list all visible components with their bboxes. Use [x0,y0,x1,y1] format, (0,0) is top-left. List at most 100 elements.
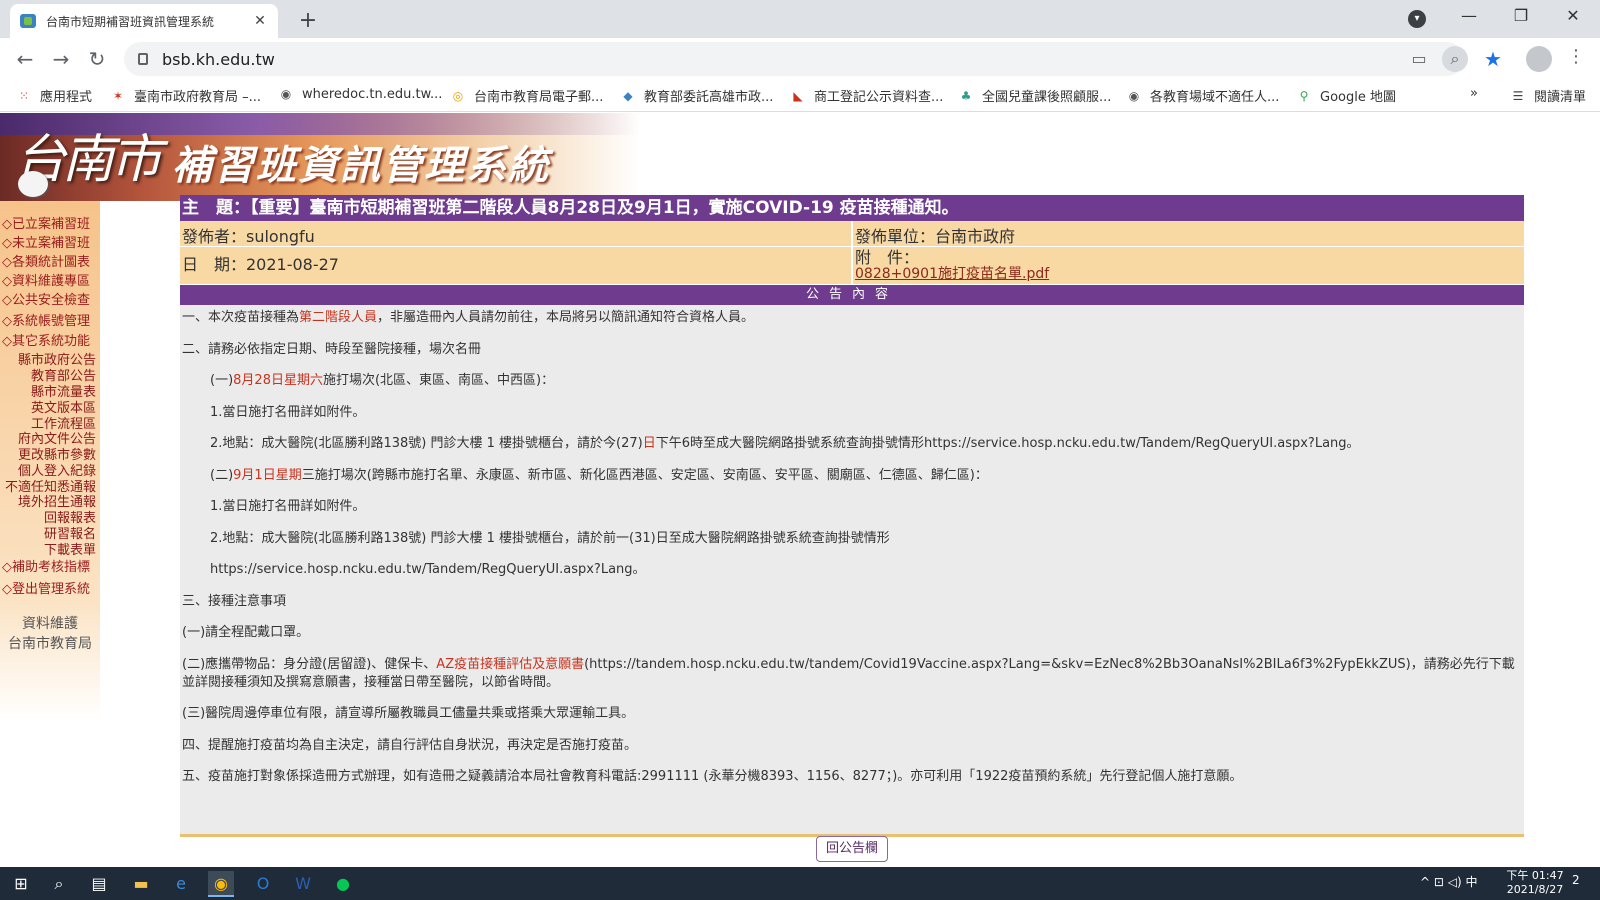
taskbar: ⊞ ⌕ ▤ ▬ e ◉ O W ● ^ ⊡ ◁) 中 下午 01:47 2021… [0,867,1600,900]
publish-date: 日 期：2021-08-27 [180,247,851,285]
url-text: bsb.kh.edu.tw [162,49,275,69]
paragraph: (二)應攜帶物品：身分證(居留證)、健保卡、AZ疫苗接種評估及意願書(https… [182,656,1515,690]
bookmark-favicon-icon: ♣ [960,88,972,103]
outlook-icon[interactable]: O [250,871,276,897]
bookmark-star-icon[interactable]: ★ [1480,46,1506,72]
sidebar-item-registered[interactable]: ◇已立案補習班 [2,213,100,232]
bookmark-item[interactable]: ◉ 各教育場域不適任人... [1126,86,1280,106]
bookmark-favicon-icon: ✶ [112,88,124,103]
paragraph: 一、本次疫苗接種為第二階段人員，非屬造冊內人員請勿前往，本局將另以簡訊通知符合資… [182,310,755,325]
forward-arrow-icon[interactable]: → [48,46,74,72]
bookmark-item[interactable]: ◎ 台南市教育局電子郵... [450,86,604,106]
paragraph: 二、請務必依指定日期、時段至醫院接種，場次名冊 [182,341,482,357]
paragraph: 四、提醒施打疫苗均為自主決定，請自行評估自身狀況，再決定是否施打疫苗。 [182,737,638,753]
section-header: 公告內容 [180,285,1524,305]
windows-start-icon[interactable]: ⊞ [8,871,34,897]
new-tab-button[interactable]: + [296,8,320,33]
taskbar-clock[interactable]: 下午 01:47 2021/8/27 [1498,869,1572,897]
paragraph: (一)請全程配戴口罩。 [182,625,310,640]
bookmark-item[interactable]: ✶ 臺南市政府教育局 –... [110,86,261,106]
bookmark-apps[interactable]: ⁙ 應用程式 [16,86,92,106]
bookmark-item[interactable]: ⚲ Google 地圖 [1296,86,1396,106]
publishing-unit: 發佈單位：台南市政府 [851,221,1524,247]
ie-browser-icon[interactable]: e [168,871,194,897]
banner-system-title: 補習班資訊管理系統 [172,142,550,189]
zoom-icon[interactable]: ⌕ [1442,46,1468,72]
apps-grid-icon: ⁙ [18,88,30,103]
tab-close-icon[interactable]: ✕ [252,13,268,29]
web-page: 台南市 補習班資訊管理系統 ◇已立案補習班 ◇未立案補習班 ◇各類統計圖表 ◇資… [0,113,1600,867]
mouse-icon [18,171,48,197]
bookmarks-bar: ⁙ 應用程式 ✶ 臺南市政府教育局 –... ◉ wheredoc.tn.edu.tw… [0,80,1600,112]
paragraph: 1.當日施打名冊詳如附件。 [210,404,366,420]
sidebar-item-statistics[interactable]: ◇各類統計圖表 [2,251,100,270]
sidebar-item-accounts[interactable]: ◇系統帳號管理 [2,310,100,329]
attachment-link[interactable]: 0828+0901施打疫苗名單.pdf [855,266,1522,283]
bookmark-item[interactable]: ◆ 教育部委託高雄市政... [620,86,773,106]
meta-row: 日 期：2021-08-27 附 件： 0828+0901施打疫苗名單.pdf [180,247,1524,285]
bookmarks-overflow-button[interactable]: » [1470,86,1478,101]
back-to-board-button[interactable]: 回公告欄 [816,836,888,862]
reading-list-button[interactable]: ☰ 閱讀清單 [1510,86,1586,106]
bookmark-item[interactable]: ♣ 全國兒童課後照顧服... [958,86,1112,106]
notification-icon[interactable]: 2 [1572,873,1580,887]
line-app-icon[interactable]: ● [330,871,356,897]
bookmark-favicon-icon: ◆ [623,88,633,103]
publisher: 發佈者：sulongfu [180,221,851,247]
map-pin-icon: ⚲ [1299,88,1309,103]
announcement-subject: 主 題：【重要】臺南市短期補習班第二階段人員8月28日及9月1日，實施COVID… [180,195,1524,221]
word-icon[interactable]: W [290,871,316,897]
paragraph: (三)醫院周邊停車位有限，請宣導所屬教職員工儘量共乘或搭乘大眾運輸工具。 [182,706,635,721]
sidebar-item-data-maintenance[interactable]: ◇資料維護專區 [2,270,100,289]
site-favicon-icon [20,14,36,28]
minimize-button[interactable]: — [1454,6,1484,25]
reload-icon[interactable]: ↻ [84,46,110,72]
sidebar-item-unregistered[interactable]: ◇未立案補習班 [2,232,100,251]
bookmark-favicon-icon: ◎ [452,88,464,103]
lock-icon[interactable] [138,53,148,65]
bookmark-item[interactable]: ◉ wheredoc.tn.edu.tw... [278,86,443,102]
announcement-body: 一、本次疫苗接種為第二階段人員，非屬造冊內人員請勿前往，本局將另以簡訊通知符合資… [180,305,1524,837]
sidebar-footer-title: 資料維護 [22,616,78,632]
paragraph: 2.地點：成大醫院(北區勝利路138號) 門診大樓 1 樓掛號櫃台，請於今(27… [210,436,1360,451]
attachment-label: 附 件： [855,248,920,267]
attachment-cell: 附 件： 0828+0901施打疫苗名單.pdf [851,247,1524,285]
task-view-icon[interactable]: ▤ [86,871,112,897]
clock-date: 2021/8/27 [1506,883,1564,896]
paragraph: https://service.hosp.ncku.edu.tw/Tandem/… [210,562,646,577]
paragraph: (一)8月28日星期六施打場次(北區、東區、南區、中西區)： [210,373,555,388]
paragraph: (二)9月1日星期三施打場次(跨縣市施打名單、永康區、新市區、新化區西港區、安定… [210,467,988,483]
meta-row: 發佈者：sulongfu 發佈單位：台南市政府 [180,221,1524,247]
back-arrow-icon[interactable]: ← [12,46,38,72]
profile-avatar-icon[interactable] [1526,46,1552,72]
tab-search-icon[interactable]: ▾ [1408,10,1426,28]
browser-toolbar: ← → ↻ bsb.kh.edu.tw ▭ ⌕ ★ ⋮ [0,38,1600,80]
announcement-panel: 主 題：【重要】臺南市短期補習班第二階段人員8月28日及9月1日，實施COVID… [180,195,1524,837]
close-window-button[interactable]: ✕ [1558,6,1588,25]
sidebar-footer-org: 台南市教育局 [8,636,92,652]
paragraph: 2.地點：成大醫院(北區勝利路138號) 門診大樓 1 樓掛號櫃台，請於前一(3… [210,530,890,546]
browser-tab[interactable]: 台南市短期補習班資訊管理系統 ✕ [10,4,278,38]
bookmark-item[interactable]: ◣ 商工登記公示資料查... [790,86,943,106]
paragraph: 五、疫苗施打對象係採造冊方式辦理，如有造冊之疑義請洽本局社會教育科電話:2991… [182,769,1243,784]
reading-list-icon: ☰ [1512,88,1524,103]
tab-title: 台南市短期補習班資訊管理系統 [46,14,215,29]
address-bar[interactable]: bsb.kh.edu.tw [124,42,1464,76]
globe-icon: ◉ [280,87,292,101]
tab-strip: 台南市短期補習班資訊管理系統 ✕ + ▾ — ❐ ✕ [0,0,1600,38]
bookmark-favicon-icon: ◣ [793,88,803,103]
globe-icon: ◉ [1128,88,1140,103]
clock-time: 下午 01:47 [1506,869,1564,882]
search-icon[interactable]: ⌕ [46,871,72,897]
chrome-icon[interactable]: ◉ [208,871,234,897]
cast-icon[interactable]: ▭ [1406,46,1432,72]
system-tray-icons[interactable]: ^ ⊡ ◁) 中 [1420,873,1477,890]
sidebar-item-safety-check[interactable]: ◇公共安全檢查 [2,289,100,308]
sidebar-item-other-functions[interactable]: ◇其它系統功能 [2,330,100,349]
sidebar-item-subsidy[interactable]: ◇補助考核指標 [2,556,100,575]
file-explorer-icon[interactable]: ▬ [128,871,154,897]
menu-dots-icon[interactable]: ⋮ [1566,46,1586,67]
sidebar-item-logout[interactable]: ◇登出管理系統 [2,578,100,597]
restore-button[interactable]: ❐ [1506,6,1536,25]
paragraph: 1.當日施打名冊詳如附件。 [210,499,366,514]
